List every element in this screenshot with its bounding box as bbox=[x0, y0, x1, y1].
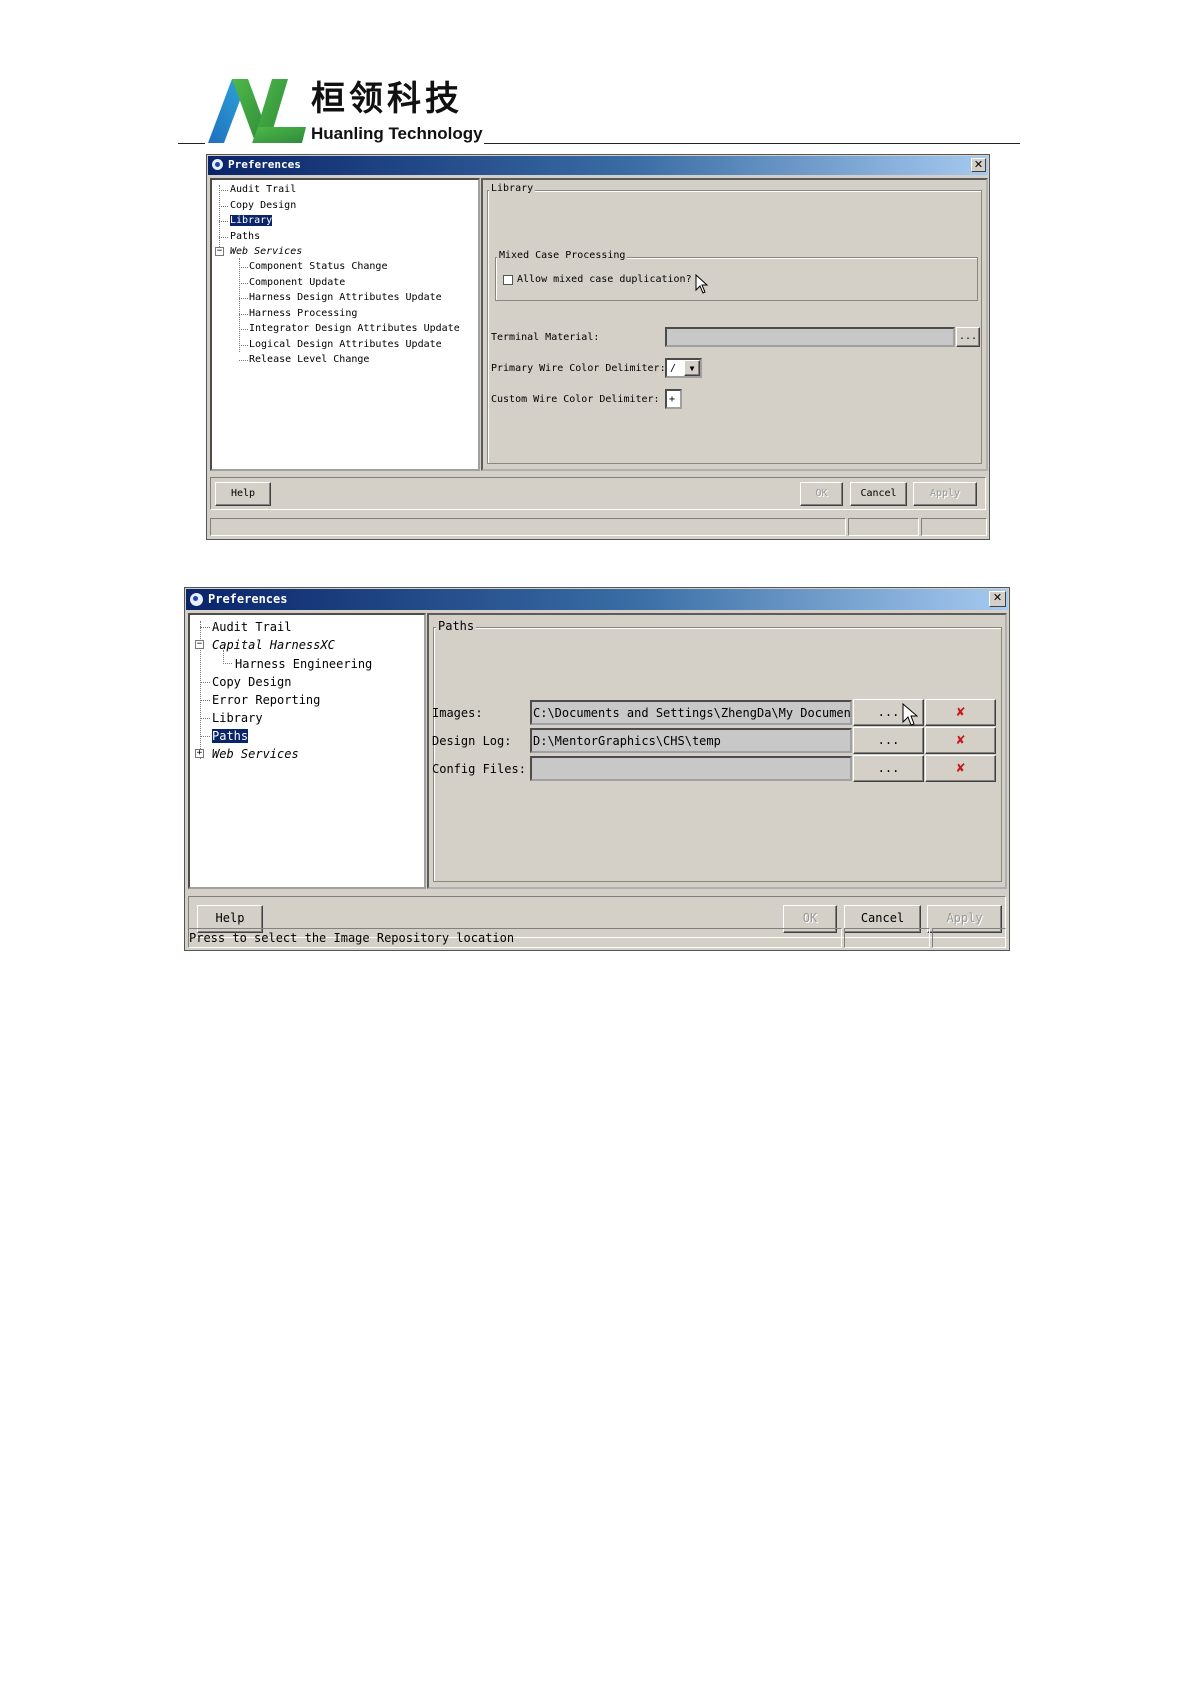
collapse-icon[interactable]: − bbox=[195, 640, 204, 649]
images-path-value: C:\Documents and Settings\ZhengDa\My Doc… bbox=[533, 706, 852, 720]
company-name-en: Huanling Technology bbox=[311, 124, 483, 143]
tree-item-capital-harnessxc[interactable]: Capital HarnessXC bbox=[212, 639, 335, 651]
tree-item-harness-design-attributes-update[interactable]: Harness Design Attributes Update bbox=[249, 293, 442, 303]
preferences-dialog-library: Preferences ✕ Audit Trail Copy Design Li… bbox=[206, 154, 990, 540]
terminal-material-browse-button[interactable]: ... bbox=[956, 327, 980, 347]
app-icon bbox=[211, 158, 224, 171]
paths-panel: Paths Images: C:\Documents and Settings\… bbox=[427, 613, 1007, 889]
images-path-field[interactable]: C:\Documents and Settings\ZhengDa\My Doc… bbox=[530, 700, 852, 725]
design-log-path-value: D:\MentorGraphics\CHS\temp bbox=[533, 734, 721, 748]
expand-icon[interactable]: + bbox=[195, 749, 204, 758]
tree-item-component-status-change[interactable]: Component Status Change bbox=[249, 262, 387, 272]
status-text bbox=[210, 518, 846, 536]
mouse-pointer-icon bbox=[695, 274, 709, 294]
config-files-browse-button[interactable]: ... bbox=[853, 755, 924, 782]
close-button[interactable]: ✕ bbox=[971, 158, 986, 172]
cancel-button[interactable]: Cancel bbox=[850, 482, 907, 506]
terminal-material-label: Terminal Material: bbox=[491, 332, 600, 343]
custom-delimiter-field[interactable]: + bbox=[665, 389, 682, 409]
tree-item-library[interactable]: Library bbox=[212, 712, 263, 724]
allow-mixed-case-label: Allow mixed case duplication? bbox=[517, 274, 692, 285]
tree-item-paths[interactable]: Paths bbox=[212, 729, 249, 743]
preferences-tree[interactable]: Audit Trail − Capital HarnessXC Harness … bbox=[188, 613, 426, 889]
chevron-down-icon[interactable]: ▼ bbox=[684, 360, 700, 376]
status-cell-2 bbox=[848, 518, 919, 536]
dialog-title: Preferences bbox=[208, 592, 288, 606]
design-log-label: Design Log: bbox=[432, 734, 512, 748]
apply-button[interactable]: Apply bbox=[913, 482, 977, 506]
allow-mixed-case-checkbox[interactable] bbox=[503, 275, 513, 285]
tree-item-logical-design-attributes-update[interactable]: Logical Design Attributes Update bbox=[249, 340, 442, 350]
tree-item-release-level-change[interactable]: Release Level Change bbox=[249, 355, 369, 365]
custom-delimiter-label: Custom Wire Color Delimiter: bbox=[491, 394, 660, 405]
primary-delimiter-value: / bbox=[670, 363, 677, 374]
panel-title: Library bbox=[489, 183, 536, 194]
tree-item-library[interactable]: Library bbox=[230, 215, 273, 226]
company-name-cn: 桓领科技 bbox=[311, 79, 463, 119]
red-x-icon: ✘ bbox=[955, 705, 966, 719]
title-bar[interactable]: Preferences ✕ bbox=[208, 156, 988, 175]
tree-item-component-update[interactable]: Component Update bbox=[249, 278, 345, 288]
library-panel: Library Mixed Case Processing Allow mixe… bbox=[481, 178, 988, 471]
tree-item-error-reporting[interactable]: Error Reporting bbox=[212, 694, 320, 706]
tree-item-audit-trail[interactable]: Audit Trail bbox=[230, 185, 296, 195]
red-x-icon: ✘ bbox=[955, 733, 966, 747]
preferences-tree[interactable]: Audit Trail Copy Design Library Paths − … bbox=[210, 178, 480, 471]
images-clear-button[interactable]: ✘ bbox=[925, 699, 996, 726]
button-bar: Help OK Cancel Apply bbox=[210, 477, 986, 510]
tree-item-web-services[interactable]: Web Services bbox=[212, 748, 299, 760]
design-log-clear-button[interactable]: ✘ bbox=[925, 727, 996, 754]
tree-item-integrator-design-attributes-update[interactable]: Integrator Design Attributes Update bbox=[249, 324, 460, 334]
tree-item-audit-trail[interactable]: Audit Trail bbox=[212, 621, 291, 633]
panel-title: Paths bbox=[436, 619, 477, 633]
images-label: Images: bbox=[432, 706, 483, 720]
status-cell-2 bbox=[844, 928, 930, 948]
config-files-clear-button[interactable]: ✘ bbox=[925, 755, 996, 782]
logo-mark-icon bbox=[208, 79, 306, 143]
tree-item-copy-design[interactable]: Copy Design bbox=[212, 676, 291, 688]
tree-item-harness-processing[interactable]: Harness Processing bbox=[249, 309, 357, 319]
close-icon: ✕ bbox=[973, 158, 984, 171]
design-log-browse-button[interactable]: ... bbox=[853, 727, 924, 754]
config-files-path-field[interactable] bbox=[530, 756, 852, 781]
preferences-dialog-paths: Preferences ✕ Audit Trail − Capital Harn… bbox=[184, 587, 1010, 951]
header-rule-right bbox=[484, 143, 1020, 144]
custom-delimiter-value: + bbox=[669, 394, 676, 405]
dialog-title: Preferences bbox=[228, 158, 301, 171]
primary-delimiter-label: Primary Wire Color Delimiter: bbox=[491, 363, 666, 374]
collapse-icon[interactable]: − bbox=[215, 247, 224, 256]
status-text: Press to select the Image Repository loc… bbox=[188, 928, 842, 948]
design-log-path-field[interactable]: D:\MentorGraphics\CHS\temp bbox=[530, 728, 852, 753]
tree-item-copy-design[interactable]: Copy Design bbox=[230, 201, 296, 211]
status-cell-3 bbox=[921, 518, 987, 536]
close-button[interactable]: ✕ bbox=[989, 591, 1006, 607]
tree-item-web-services[interactable]: Web Services bbox=[230, 247, 302, 257]
help-button[interactable]: Help bbox=[215, 482, 271, 506]
terminal-material-field[interactable] bbox=[665, 327, 955, 347]
red-x-icon: ✘ bbox=[955, 761, 966, 775]
header-rule-left bbox=[178, 143, 205, 144]
close-icon: ✕ bbox=[992, 591, 1003, 604]
mouse-pointer-icon bbox=[902, 703, 918, 726]
config-files-label: Config Files: bbox=[432, 762, 526, 776]
app-icon bbox=[189, 592, 204, 607]
title-bar[interactable]: Preferences ✕ bbox=[186, 589, 1008, 610]
ok-button[interactable]: OK bbox=[800, 482, 843, 506]
status-cell-3 bbox=[932, 928, 1006, 948]
tree-item-harness-engineering[interactable]: Harness Engineering bbox=[235, 658, 372, 670]
primary-delimiter-select[interactable]: / ▼ bbox=[665, 358, 702, 378]
tree-item-paths[interactable]: Paths bbox=[230, 232, 260, 242]
mixed-case-group-title: Mixed Case Processing bbox=[497, 250, 628, 261]
